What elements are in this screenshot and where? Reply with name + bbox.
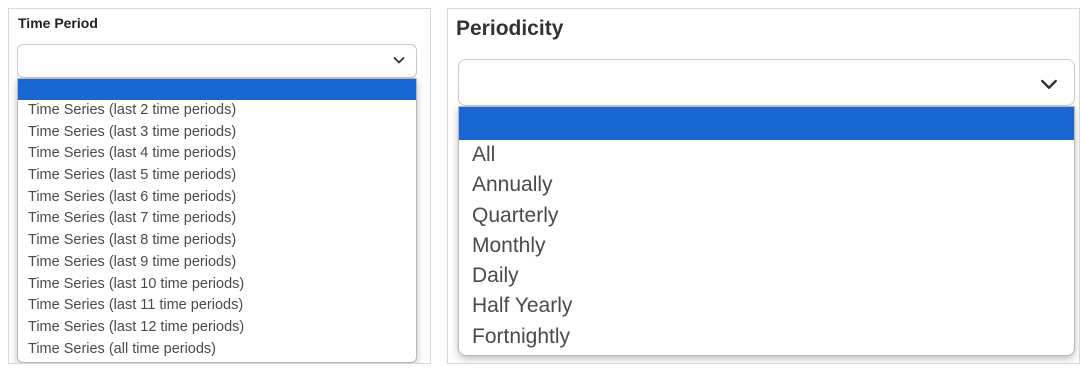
time-period-select[interactable] xyxy=(17,44,417,78)
time-period-option[interactable]: Time Series (last 9 time periods) xyxy=(18,252,416,274)
time-period-option[interactable]: Time Series (last 12 time periods) xyxy=(18,317,416,339)
periodicity-option[interactable]: All xyxy=(459,140,1074,170)
time-period-label: Time Period xyxy=(18,15,98,31)
periodicity-panel: Periodicity All Annually Quarterly Month… xyxy=(447,8,1080,364)
time-period-option[interactable]: Time Series (last 3 time periods) xyxy=(18,122,416,144)
chevron-down-icon xyxy=(1041,79,1057,89)
time-period-option[interactable]: Time Series (last 11 time periods) xyxy=(18,295,416,317)
time-period-option[interactable]: Time Series (all time periods) xyxy=(18,339,416,361)
periodicity-select[interactable] xyxy=(458,59,1075,106)
periodicity-option[interactable]: Half Yearly xyxy=(459,291,1074,321)
time-period-option[interactable]: Time Series (last 10 time periods) xyxy=(18,274,416,296)
periodicity-option[interactable]: Annually xyxy=(459,170,1074,200)
periodicity-option[interactable]: Quarterly xyxy=(459,201,1074,231)
chevron-down-icon xyxy=(393,57,405,64)
time-period-option-blank[interactable] xyxy=(18,79,416,100)
time-period-panel: Time Period Time Series (last 2 time per… xyxy=(8,8,431,364)
time-period-options-list: Time Series (last 2 time periods) Time S… xyxy=(17,78,417,363)
time-period-option[interactable]: Time Series (last 2 time periods) xyxy=(18,100,416,122)
periodicity-option[interactable]: Daily xyxy=(459,261,1074,291)
periodicity-option[interactable]: Fortnightly xyxy=(459,322,1074,352)
time-period-option[interactable]: Time Series (last 7 time periods) xyxy=(18,208,416,230)
time-period-option[interactable]: Time Series (last 4 time periods) xyxy=(18,143,416,165)
periodicity-option[interactable]: Monthly xyxy=(459,231,1074,261)
time-period-option[interactable]: Time Series (last 5 time periods) xyxy=(18,165,416,187)
time-period-option[interactable]: Time Series (last 6 time periods) xyxy=(18,187,416,209)
periodicity-options-list: All Annually Quarterly Monthly Daily Hal… xyxy=(458,106,1075,356)
periodicity-option-blank[interactable] xyxy=(459,107,1074,140)
time-period-option[interactable]: Time Series (last 8 time periods) xyxy=(18,230,416,252)
periodicity-label: Periodicity xyxy=(456,17,564,40)
